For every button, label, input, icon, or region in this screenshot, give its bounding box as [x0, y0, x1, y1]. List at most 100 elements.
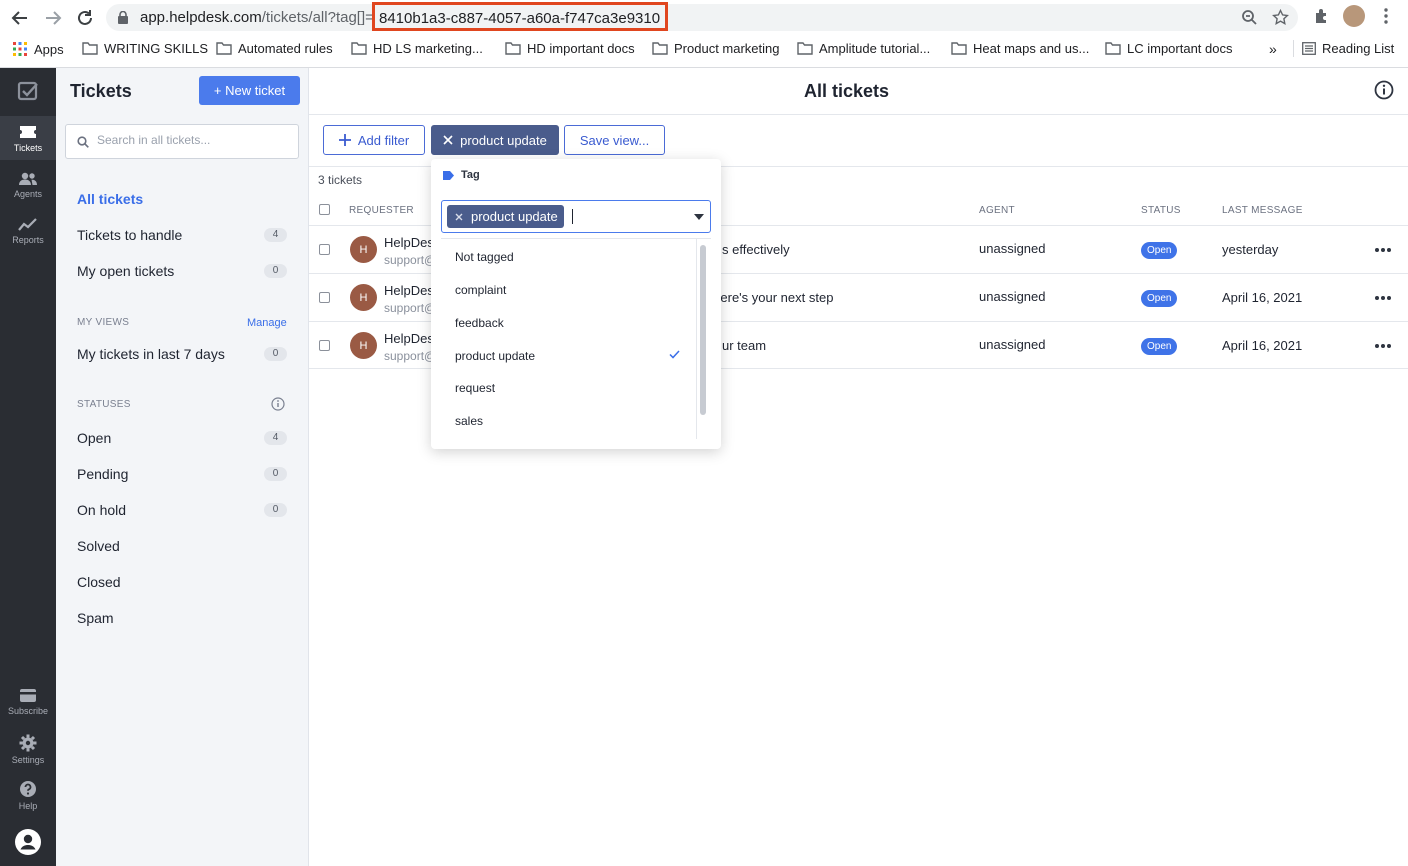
- reading-list-icon: [1302, 42, 1316, 55]
- tickets-sidebar: Tickets + New ticket All tickets Tickets…: [56, 68, 309, 866]
- address-bar[interactable]: app.helpdesk.com/tickets/all?tag[]= 8410…: [106, 2, 1298, 31]
- gear-icon: [19, 734, 37, 752]
- save-view-button[interactable]: Save view...: [564, 125, 665, 155]
- tag-option-not-tagged[interactable]: Not tagged: [455, 250, 514, 264]
- app-logo[interactable]: [0, 80, 56, 104]
- extensions-icon[interactable]: [1313, 7, 1331, 25]
- sidebar-item-solved[interactable]: Solved: [77, 538, 287, 554]
- bookmark-hd-important-docs[interactable]: HD important docs: [505, 41, 635, 56]
- reload-button[interactable]: [73, 6, 97, 30]
- ticket-icon: [20, 126, 36, 138]
- sidebar-item-on-hold[interactable]: On hold 0: [77, 502, 287, 518]
- bookmark-writing-skills[interactable]: WRITING SKILLS: [82, 41, 208, 56]
- sidebar-title: Tickets: [70, 81, 132, 101]
- requester-email: support@: [384, 253, 437, 267]
- sidebar-item-pending[interactable]: Pending 0: [77, 466, 287, 482]
- zoom-icon[interactable]: [1241, 9, 1258, 26]
- more-options-icon[interactable]: [1375, 243, 1391, 257]
- avatar: H: [350, 332, 377, 359]
- sidebar-item-closed[interactable]: Closed: [77, 574, 287, 590]
- bookmark-apps[interactable]: Apps: [12, 41, 64, 57]
- rail-item-agents[interactable]: Agents: [0, 172, 56, 208]
- column-header-requester[interactable]: REQUESTER: [349, 205, 414, 216]
- rail-item-tickets[interactable]: Tickets: [0, 116, 56, 160]
- select-all-checkbox[interactable]: [319, 204, 330, 215]
- bookmark-heat-maps[interactable]: Heat maps and us...: [951, 41, 1089, 56]
- sidebar-item-my-open-tickets[interactable]: My open tickets 0: [77, 263, 287, 279]
- sidebar-item-all-tickets[interactable]: All tickets: [77, 191, 287, 207]
- row-checkbox[interactable]: [319, 340, 330, 351]
- scrollbar-thumb[interactable]: [700, 245, 706, 415]
- user-avatar-button[interactable]: [0, 828, 56, 858]
- tag-option-sales[interactable]: sales: [455, 414, 483, 428]
- chevron-down-icon[interactable]: [694, 214, 704, 220]
- profile-avatar[interactable]: [1343, 5, 1365, 27]
- row-checkbox[interactable]: [319, 244, 330, 255]
- close-icon[interactable]: [443, 135, 453, 145]
- last-message-time: April 16, 2021: [1222, 290, 1303, 305]
- search-box[interactable]: [65, 124, 299, 159]
- bookmarks-overflow-button[interactable]: »: [1269, 41, 1277, 57]
- tag-options-list: Not tagged complaint feedback product up…: [441, 238, 711, 448]
- sidebar-item-label: Open: [77, 430, 112, 446]
- kebab-menu-icon[interactable]: [1379, 7, 1393, 25]
- column-header-last-message[interactable]: LAST MESSAGE: [1222, 205, 1303, 216]
- column-header-status[interactable]: STATUS: [1141, 205, 1181, 216]
- add-filter-button[interactable]: Add filter: [323, 125, 425, 155]
- bookmark-lc-important-docs[interactable]: LC important docs: [1105, 41, 1233, 56]
- ticket-subject[interactable]: ur team: [722, 338, 766, 353]
- star-icon[interactable]: [1272, 9, 1289, 26]
- bookmark-label: Heat maps and us...: [973, 41, 1090, 56]
- button-label: Save view...: [579, 132, 650, 148]
- bookmark-product-marketing[interactable]: Product marketing: [652, 41, 780, 56]
- info-icon[interactable]: [271, 397, 285, 411]
- bookmark-automated-rules[interactable]: Automated rules: [216, 41, 333, 56]
- more-options-icon[interactable]: [1375, 339, 1391, 353]
- arrow-right-icon: [46, 11, 62, 25]
- ticket-subject[interactable]: Here's your next step: [711, 290, 833, 305]
- count-badge: 4: [264, 228, 287, 242]
- remove-tag-icon[interactable]: [455, 213, 463, 221]
- sidebar-item-open[interactable]: Open 4: [77, 430, 287, 446]
- column-header-agent[interactable]: AGENT: [979, 205, 1015, 216]
- tag-option-product-update[interactable]: product update: [455, 349, 535, 363]
- url-domain: app.helpdesk.com: [140, 9, 262, 26]
- tag-option-request[interactable]: request: [455, 381, 495, 395]
- section-my-views: MY VIEWS: [77, 317, 130, 328]
- rail-item-settings[interactable]: Settings: [0, 734, 56, 770]
- bookmark-amplitude-tutorial[interactable]: Amplitude tutorial...: [797, 41, 930, 56]
- helpdesk-logo-icon: [17, 81, 38, 101]
- ticket-subject[interactable]: s effectively: [722, 242, 790, 257]
- new-ticket-button[interactable]: + New ticket: [199, 76, 300, 105]
- forward-button[interactable]: [41, 6, 65, 30]
- tag-option-complaint[interactable]: complaint: [455, 283, 506, 297]
- search-input[interactable]: [97, 133, 292, 147]
- rail-item-subscribe[interactable]: Subscribe: [0, 688, 56, 724]
- lock-icon: [118, 11, 128, 24]
- more-options-icon[interactable]: [1375, 291, 1391, 305]
- sidebar-item-my-tickets-last-7-days[interactable]: My tickets in last 7 days 0: [77, 346, 287, 362]
- page-title: All tickets: [803, 81, 890, 101]
- folder-icon: [505, 42, 521, 55]
- url-text: app.helpdesk.com/tickets/all?tag[]=: [140, 9, 374, 26]
- row-checkbox[interactable]: [319, 292, 330, 303]
- count-badge: 0: [264, 467, 287, 481]
- tag-select-input[interactable]: product update: [441, 200, 711, 233]
- agent-name: unassigned: [979, 337, 1046, 352]
- sidebar-item-spam[interactable]: Spam: [77, 610, 287, 626]
- back-button[interactable]: [8, 6, 32, 30]
- bookmark-label: Apps: [34, 41, 64, 57]
- section-statuses: STATUSES: [77, 399, 131, 410]
- bookmark-hd-ls-marketing[interactable]: HD LS marketing...: [351, 41, 483, 56]
- rail-item-help[interactable]: Help: [0, 780, 56, 816]
- manage-views-link[interactable]: Manage: [247, 317, 287, 329]
- sidebar-item-label: On hold: [77, 502, 127, 518]
- active-filter-chip[interactable]: product update: [431, 125, 559, 155]
- sidebar-item-tickets-to-handle[interactable]: Tickets to handle 4: [77, 227, 287, 243]
- last-message-time: yesterday: [1222, 242, 1279, 257]
- reading-list-button[interactable]: Reading List: [1302, 41, 1394, 56]
- rail-item-reports[interactable]: Reports: [0, 218, 56, 254]
- info-icon[interactable]: [1374, 80, 1394, 100]
- tag-option-feedback[interactable]: feedback: [455, 316, 504, 330]
- count-badge: 0: [264, 347, 287, 361]
